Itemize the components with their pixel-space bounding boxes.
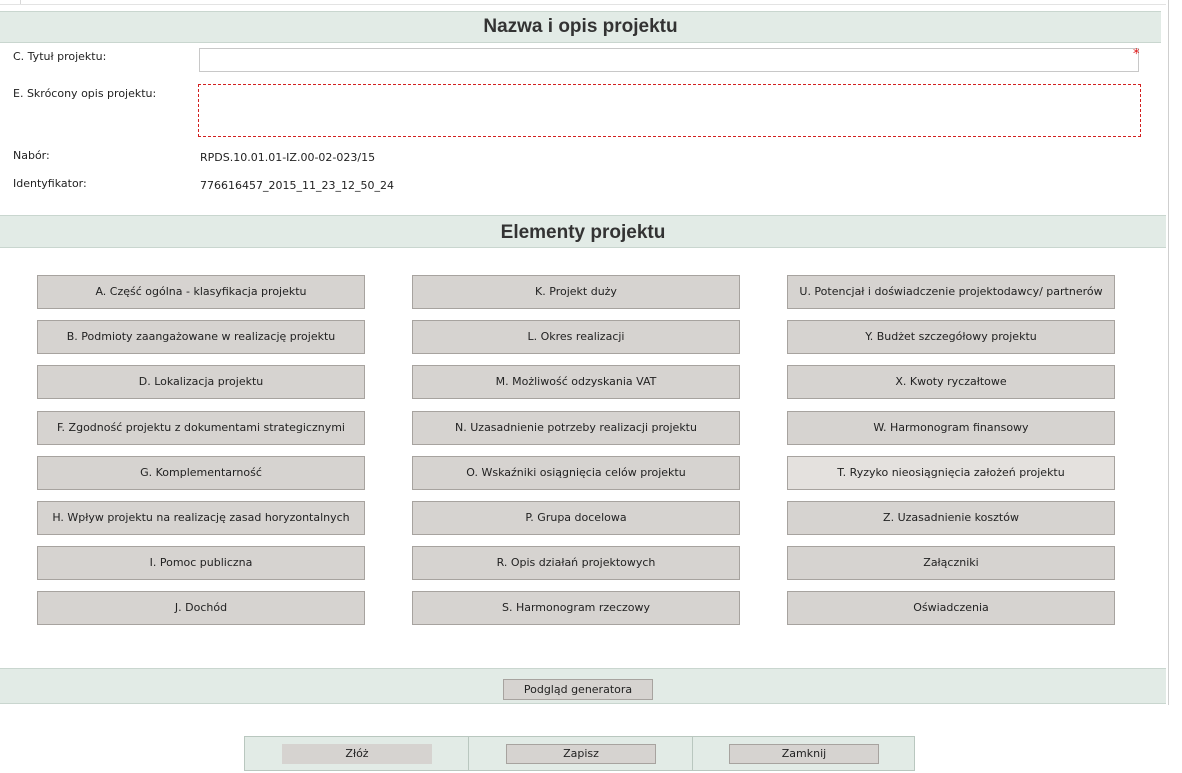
identifier-label: Identyfikator: <box>13 177 87 190</box>
action-cell-submit: Złóż <box>245 737 469 770</box>
element-button-b[interactable]: B. Podmioty zaangażowane w realizację pr… <box>37 320 365 354</box>
element-button-k[interactable]: K. Projekt duży <box>412 275 740 309</box>
generator-preview-button[interactable]: Podgląd generatora <box>503 679 653 700</box>
element-button-u[interactable]: U. Potencjał i doświadczenie projektodaw… <box>787 275 1115 309</box>
element-button-z[interactable]: Z. Uzasadnienie kosztów <box>787 501 1115 535</box>
element-button-f[interactable]: F. Zgodność projektu z dokumentami strat… <box>37 411 365 445</box>
required-marker: * <box>1133 47 1140 62</box>
nabor-value: RPDS.10.01.01-IZ.00-02-023/15 <box>200 151 376 164</box>
element-button-s[interactable]: S. Harmonogram rzeczowy <box>412 591 740 625</box>
close-button[interactable]: Zamknij <box>729 744 879 764</box>
save-button[interactable]: Zapisz <box>506 744 656 764</box>
project-title-input[interactable] <box>199 48 1139 72</box>
element-button-x[interactable]: X. Kwoty ryczałtowe <box>787 365 1115 399</box>
project-title-label: C. Tytuł projektu: <box>13 50 107 63</box>
element-button-r[interactable]: R. Opis działań projektowych <box>412 546 740 580</box>
right-border <box>1168 0 1169 705</box>
identifier-value: 776616457_2015_11_23_12_50_24 <box>200 179 394 192</box>
project-description-textarea[interactable] <box>198 84 1141 137</box>
top-strip-divider <box>20 0 21 4</box>
action-cell-save: Zapisz <box>469 737 693 770</box>
element-button-p[interactable]: P. Grupa docelowa <box>412 501 740 535</box>
element-button-o[interactable]: O. Wskaźniki osiągnięcia celów projektu <box>412 456 740 490</box>
action-bar: Złóż Zapisz Zamknij <box>244 736 915 771</box>
project-form-page: Nazwa i opis projektu C. Tytuł projektu:… <box>0 0 1182 773</box>
project-description-label: E. Skrócony opis projektu: <box>13 87 157 100</box>
section-header-name-description: Nazwa i opis projektu <box>0 11 1161 43</box>
element-button-h[interactable]: H. Wpływ projektu na realizację zasad ho… <box>37 501 365 535</box>
element-button-attachments[interactable]: Załączniki <box>787 546 1115 580</box>
top-strip <box>0 0 1166 5</box>
element-button-a[interactable]: A. Część ogólna - klasyfikacja projektu <box>37 275 365 309</box>
element-button-l[interactable]: L. Okres realizacji <box>412 320 740 354</box>
element-button-n[interactable]: N. Uzasadnienie potrzeby realizacji proj… <box>412 411 740 445</box>
nabor-label: Nabór: <box>13 149 50 162</box>
action-cell-close: Zamknij <box>692 737 915 770</box>
element-button-declarations[interactable]: Oświadczenia <box>787 591 1115 625</box>
section-header-project-elements: Elementy projektu <box>0 215 1166 248</box>
element-button-t[interactable]: T. Ryzyko nieosiągnięcia założeń projekt… <box>787 456 1115 490</box>
submit-button[interactable]: Złóż <box>282 744 432 764</box>
element-button-j[interactable]: J. Dochód <box>37 591 365 625</box>
element-button-m[interactable]: M. Możliwość odzyskania VAT <box>412 365 740 399</box>
element-button-d[interactable]: D. Lokalizacja projektu <box>37 365 365 399</box>
element-button-i[interactable]: I. Pomoc publiczna <box>37 546 365 580</box>
element-button-g[interactable]: G. Komplementarność <box>37 456 365 490</box>
generator-bar: Podgląd generatora <box>0 668 1166 704</box>
element-button-y[interactable]: Y. Budżet szczegółowy projektu <box>787 320 1115 354</box>
element-button-w[interactable]: W. Harmonogram finansowy <box>787 411 1115 445</box>
